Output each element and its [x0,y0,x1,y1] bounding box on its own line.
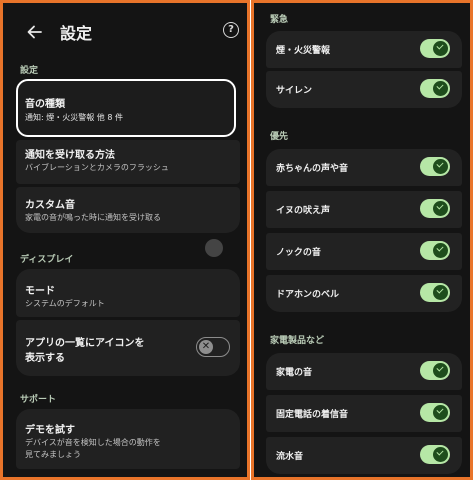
sound-label: サイレン [276,86,313,96]
check-icon [433,81,448,96]
section-label-support: サポート [20,395,57,405]
close-icon: ✕ [199,340,213,354]
floating-circle[interactable] [205,239,223,257]
check-icon [433,159,448,174]
sound-toggle[interactable] [420,79,450,98]
group-label-emergency: 緊急 [270,15,289,25]
sound-label: ノックの音 [276,248,321,258]
sound-row-smoke-fire[interactable]: 煙・火災警報 [266,31,462,68]
sound-label: 流水音 [276,452,304,462]
demo-item[interactable]: デモを試す デバイスが音を検知した場合の動作を 見てみましょう [16,409,240,469]
sound-label: 煙・火災警報 [276,46,331,56]
sound-toggle[interactable] [420,199,450,218]
sound-toggle[interactable] [420,157,450,176]
sound-row-landline[interactable]: 固定電話の着信音 [266,395,462,432]
notification-method-subtitle: バイブレーションとカメラのフラッシュ [25,163,169,172]
check-icon [433,363,448,378]
sound-row-doorbell[interactable]: ドアホンのベル [266,275,462,312]
demo-subtitle-line1: デバイスが音を検知した場合の動作を [25,438,161,447]
app-icon-title-line2: 表示する [25,353,65,364]
sound-label: 固定電話の着信音 [276,410,349,420]
sound-toggle[interactable] [420,241,450,260]
help-icon[interactable]: ? [223,22,239,38]
sound-label: イヌの吠え声 [276,206,331,216]
sound-types-panel: 緊急 煙・火災警報 サイレン 優先 赤ちゃんの声や音 イヌの吠え声 ノックの音 … [251,0,473,480]
section-label-display: ディスプレイ [20,255,74,265]
sound-row-dog[interactable]: イヌの吠え声 [266,191,462,228]
sound-row-knock[interactable]: ノックの音 [266,233,462,270]
mode-subtitle: システムのデフォルト [25,299,105,308]
mode-title: モード [25,286,55,297]
check-icon [433,41,448,56]
sound-toggle[interactable] [420,283,450,302]
sound-label: 家電の音 [276,368,313,378]
page-title: 設定 [60,24,93,43]
sound-types-item[interactable]: 音の種類 通知: 煙・火災警報 他 8 件 [16,79,236,137]
sound-label: ドアホンのベル [276,290,340,300]
check-icon [433,405,448,420]
sound-label: 赤ちゃんの声や音 [276,164,349,174]
app-icon-title-line1: アプリの一覧にアイコンを [25,338,145,349]
sound-toggle[interactable] [420,361,450,380]
sound-types-title: 音の種類 [25,99,65,110]
demo-title: デモを試す [25,425,75,436]
custom-sound-item[interactable]: カスタム音 家電の音が鳴った時に通知を受け取る [16,187,240,233]
sound-row-water[interactable]: 流水音 [266,437,462,474]
app-icon-toggle[interactable]: ✕ [196,337,230,357]
custom-sound-subtitle: 家電の音が鳴った時に通知を受け取る [25,213,161,222]
back-arrow-icon[interactable] [24,21,46,43]
sound-row-siren[interactable]: サイレン [266,71,462,108]
check-icon [433,243,448,258]
section-label-settings: 設定 [20,66,39,76]
check-icon [433,201,448,216]
sound-toggle[interactable] [420,403,450,422]
sound-row-appliance[interactable]: 家電の音 [266,353,462,390]
check-icon [433,447,448,462]
sound-toggle[interactable] [420,39,450,58]
check-icon [433,285,448,300]
group-label-appliances: 家電製品など [270,336,325,346]
sound-toggle[interactable] [420,445,450,464]
mode-item[interactable]: モード システムのデフォルト [16,269,240,317]
group-label-priority: 優先 [270,132,289,142]
custom-sound-title: カスタム音 [25,200,75,211]
sound-row-baby[interactable]: 赤ちゃんの声や音 [266,149,462,186]
sound-types-subtitle: 通知: 煙・火災警報 他 8 件 [25,113,123,122]
app-icon-setting-item[interactable]: アプリの一覧にアイコンを 表示する ✕ [16,320,240,376]
app-bar: 設定 ? [3,3,247,55]
notification-method-item[interactable]: 通知を受け取る方法 バイブレーションとカメラのフラッシュ [16,140,240,184]
notification-method-title: 通知を受け取る方法 [25,150,115,161]
demo-subtitle-line2: 見てみましょう [25,450,81,459]
settings-panel: 設定 ? 設定 音の種類 通知: 煙・火災警報 他 8 件 通知を受け取る方法 … [0,0,250,480]
